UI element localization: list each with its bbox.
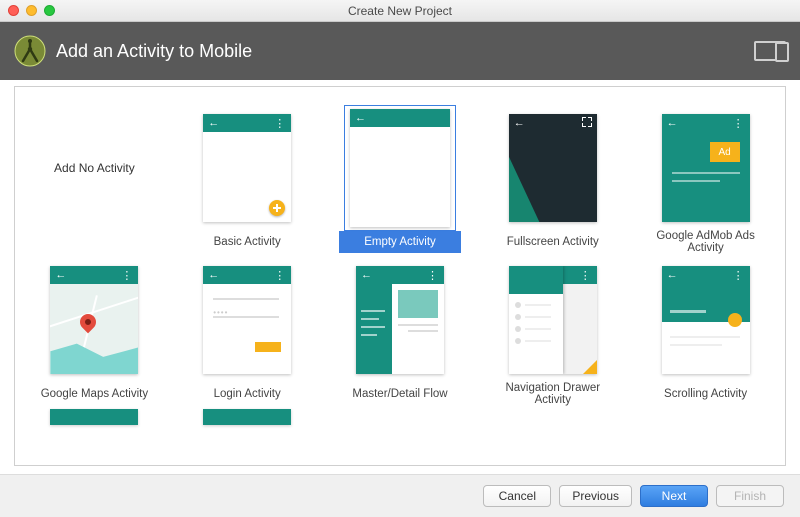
template-label: Login Activity [187, 383, 307, 405]
template-maps-activity[interactable]: ← ⋮ Google Maps Activity [25, 257, 164, 405]
back-arrow-icon: ← [355, 113, 366, 124]
back-arrow-icon: ← [208, 270, 219, 281]
template-admob-activity[interactable]: ← ⋮ Ad Google AdMob Ads Activity [636, 105, 775, 253]
template-empty-activity[interactable]: ← Empty Activity [331, 105, 470, 253]
template-add-no-activity[interactable]: Add No Activity [25, 105, 164, 253]
template-label: Fullscreen Activity [493, 231, 613, 253]
fab-icon [269, 200, 285, 216]
overflow-icon: ⋮ [733, 269, 745, 282]
template-label: Scrolling Activity [646, 383, 766, 405]
wizard-footer: Cancel Previous Next Finish [0, 475, 800, 517]
devices-icon [754, 41, 786, 61]
template-label: Google Maps Activity [34, 383, 154, 405]
window-titlebar: Create New Project [0, 0, 800, 22]
content-area: Add No Activity ← ⋮ Basic Activity ← Empt… [0, 80, 800, 475]
template-label: Empty Activity [339, 231, 461, 253]
template-basic-activity[interactable]: ← ⋮ Basic Activity [178, 105, 317, 253]
overflow-icon: ⋮ [427, 269, 439, 282]
next-button[interactable]: Next [640, 485, 708, 507]
fab-icon [728, 313, 742, 327]
template-grid: Add No Activity ← ⋮ Basic Activity ← Empt… [25, 105, 775, 425]
template-master-detail-flow[interactable]: ← ⋮ Master/Detail Flow [331, 257, 470, 405]
template-fullscreen-activity[interactable]: ← Fullscreen Activity [483, 105, 622, 253]
previous-button[interactable]: Previous [559, 485, 632, 507]
finish-button[interactable]: Finish [716, 485, 784, 507]
back-arrow-icon: ← [361, 270, 372, 281]
window-title: Create New Project [0, 4, 800, 18]
android-studio-icon [14, 35, 46, 67]
template-label: Master/Detail Flow [340, 383, 460, 405]
back-arrow-icon: ← [208, 118, 219, 129]
template-row3-item-2[interactable] [178, 409, 317, 425]
template-scrolling-activity[interactable]: ← ⋮ Scrolling Activity [636, 257, 775, 405]
back-arrow-icon: ← [55, 270, 66, 281]
back-arrow-icon: ← [667, 118, 678, 129]
ad-badge: Ad [710, 142, 740, 162]
back-arrow-icon: ← [667, 270, 678, 281]
wizard-title: Add an Activity to Mobile [56, 41, 252, 62]
template-login-activity[interactable]: ←⋮ •••• Login Activity [178, 257, 317, 405]
template-label: Add No Activity [54, 161, 135, 175]
overflow-icon: ⋮ [121, 269, 133, 282]
template-label: Google AdMob Ads Activity [646, 231, 766, 253]
overflow-icon: ⋮ [733, 117, 745, 130]
fullscreen-icon [582, 117, 592, 127]
wizard-header: Add an Activity to Mobile [0, 22, 800, 80]
template-label: Basic Activity [187, 231, 307, 253]
template-panel: Add No Activity ← ⋮ Basic Activity ← Empt… [14, 86, 786, 466]
overflow-icon: ⋮ [580, 269, 592, 282]
template-navigation-drawer-activity[interactable]: ⋮ Navigation Drawer Activity [483, 257, 622, 405]
template-row3-item-1[interactable] [25, 409, 164, 425]
cancel-button[interactable]: Cancel [483, 485, 551, 507]
back-arrow-icon: ← [514, 118, 525, 129]
overflow-icon: ⋮ [274, 269, 286, 282]
template-label: Navigation Drawer Activity [493, 383, 613, 405]
overflow-icon: ⋮ [274, 117, 286, 130]
